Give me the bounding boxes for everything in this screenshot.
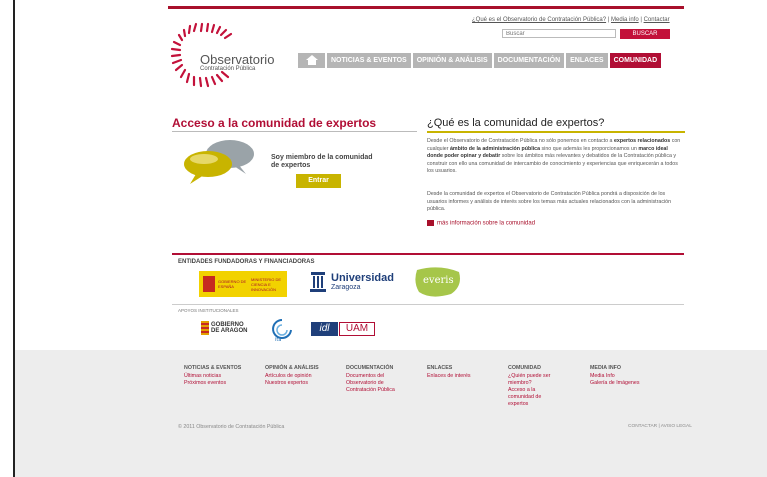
ita-text: ita <box>275 337 281 342</box>
footer-link[interactable]: Documentos del Observatorio de Contratac… <box>346 373 412 394</box>
footer-column-enlaces: ENLACES Enlaces de interés <box>427 365 487 380</box>
idl-uam-logo[interactable]: idl UAM <box>311 322 376 337</box>
description-paragraph: Desde el Observatorio de Contratación Pú… <box>427 138 683 176</box>
footer-link[interactable]: ¿Quién puede ser miembro? <box>508 373 562 387</box>
home-icon <box>305 55 318 66</box>
footer-link[interactable]: Artículos de opinión <box>265 373 339 380</box>
description-paragraph-2: Desde la comunidad de expertos el Observ… <box>427 191 672 213</box>
footer-link[interactable]: Nuestros expertos <box>265 380 339 387</box>
aragon-line2: DE ARAGON <box>211 328 248 334</box>
footer-heading[interactable]: DOCUMENTACIÓN <box>346 365 412 372</box>
footer-column-opinion: OPINIÓN & ANÁLISIS Artículos de opinión … <box>265 365 339 387</box>
search-input[interactable] <box>502 29 616 38</box>
footer-link[interactable]: Media Info <box>590 373 670 380</box>
footer-heading[interactable]: ENLACES <box>427 365 487 372</box>
nav-enlaces[interactable]: ENLACES <box>566 53 608 68</box>
university-crest-icon <box>310 272 326 292</box>
top-accent-bar <box>168 6 684 9</box>
nav-documentacion[interactable]: DOCUMENTACIÓN <box>493 53 565 68</box>
text: Desde el Observatorio de Contratación Pú… <box>427 138 614 144</box>
crest-icon <box>203 276 215 292</box>
ministry-text: MINISTERIO DE CIENCIA E INNOVACIÓN <box>251 276 282 292</box>
divider <box>172 304 684 305</box>
nav-home[interactable] <box>298 53 325 68</box>
enter-button[interactable]: Entrar <box>296 174 341 188</box>
footer-heading[interactable]: COMUNIDAD <box>508 365 562 372</box>
divider <box>427 131 685 133</box>
ita-logo[interactable]: ita <box>270 318 294 342</box>
logo-title: Observatorio <box>200 52 275 67</box>
search-button[interactable]: BUSCAR <box>620 29 670 39</box>
footer-heading[interactable]: OPINIÓN & ANÁLISIS <box>265 365 339 372</box>
page-title: Acceso a la comunidad de expertos <box>172 116 377 130</box>
footer-link[interactable]: Acceso a la comunidad de expertos <box>508 387 562 408</box>
chat-bubbles-icon <box>184 140 254 184</box>
frame-border <box>13 470 15 477</box>
footer-column-documentacion: DOCUMENTACIÓN Documentos del Observatori… <box>346 365 412 394</box>
nav-noticias-eventos[interactable]: NOTICIAS & EVENTOS <box>327 53 411 68</box>
text-bold: ámbito de la administración pública <box>449 145 541 152</box>
support-label: APOYOS INSTITUCIONALES <box>178 308 239 313</box>
utility-links: ¿Qué es el Observatorio de Contratación … <box>472 17 670 23</box>
unizar-name: Universidad <box>331 272 394 284</box>
footer-link[interactable]: Últimas noticias <box>184 373 258 380</box>
more-info-label: más información sobre la comunidad <box>437 220 536 227</box>
aragon-flag-icon <box>201 321 209 335</box>
everis-logo[interactable]: everis <box>413 266 463 298</box>
idl-text: idl <box>311 322 338 336</box>
footer-link[interactable]: Próximos eventos <box>184 380 258 387</box>
gobierno-aragon-logo[interactable]: GOBIERNO DE ARAGON <box>201 321 253 339</box>
media-info-link[interactable]: Media info <box>611 17 639 23</box>
text: sino que además les proporcionamos un <box>540 145 639 152</box>
section-title: ¿Qué es la comunidad de expertos? <box>427 117 605 129</box>
everis-text: everis <box>423 275 454 286</box>
divider <box>172 131 417 132</box>
aragon-text: GOBIERNO DE ARAGON <box>211 322 247 334</box>
footer-column-noticias: NOTICIAS & EVENTOS Últimas noticias Próx… <box>184 365 258 387</box>
nav-comunidad[interactable]: COMUNIDAD <box>609 53 662 68</box>
copyright: © 2011 Observatorio de Contratación Públ… <box>178 424 285 430</box>
footer-column-comunidad: COMUNIDAD ¿Quién puede ser miembro? Acce… <box>508 365 562 408</box>
gobierno-espana-logo[interactable]: GOBIERNO DE ESPAÑA MINISTERIO DE CIENCIA… <box>199 271 287 297</box>
contact-link[interactable]: Contactar <box>644 17 670 23</box>
unizar-city: Zaragoza <box>331 284 361 291</box>
legal-links[interactable]: CONTACTAR | AVISO LEGAL <box>628 424 692 429</box>
nav-opinion-analisis[interactable]: OPINIÓN & ANÁLISIS <box>412 53 492 68</box>
text-bold: expertos relacionados <box>613 138 671 144</box>
member-text: Soy miembro de la comunidad de expertos <box>271 154 373 169</box>
gob-text: GOBIERNO DE ESPAÑA <box>218 279 247 289</box>
divider <box>172 253 684 255</box>
arrow-icon <box>427 220 434 226</box>
uam-text: UAM <box>339 322 375 336</box>
footer-link[interactable]: Galería de Imágenes <box>590 380 670 387</box>
more-info-link[interactable]: más información sobre la comunidad <box>427 220 535 227</box>
about-link[interactable]: ¿Qué es el Observatorio de Contratación … <box>472 17 606 23</box>
main-nav: NOTICIAS & EVENTOS OPINIÓN & ANÁLISIS DO… <box>298 53 662 68</box>
universidad-zaragoza-logo[interactable]: Universidad Zaragoza <box>306 270 406 298</box>
logo-subtitle: Contratación Pública <box>200 66 256 72</box>
footer-link[interactable]: Enlaces de interés <box>427 373 487 380</box>
footer-heading[interactable]: MEDIA INFO <box>590 365 670 372</box>
entities-label: ENTIDADES FUNDADORAS Y FINANCIADORAS <box>178 259 315 265</box>
footer-column-media: MEDIA INFO Media Info Galería de Imágene… <box>590 365 670 387</box>
footer-heading[interactable]: NOTICIAS & EVENTOS <box>184 365 258 372</box>
